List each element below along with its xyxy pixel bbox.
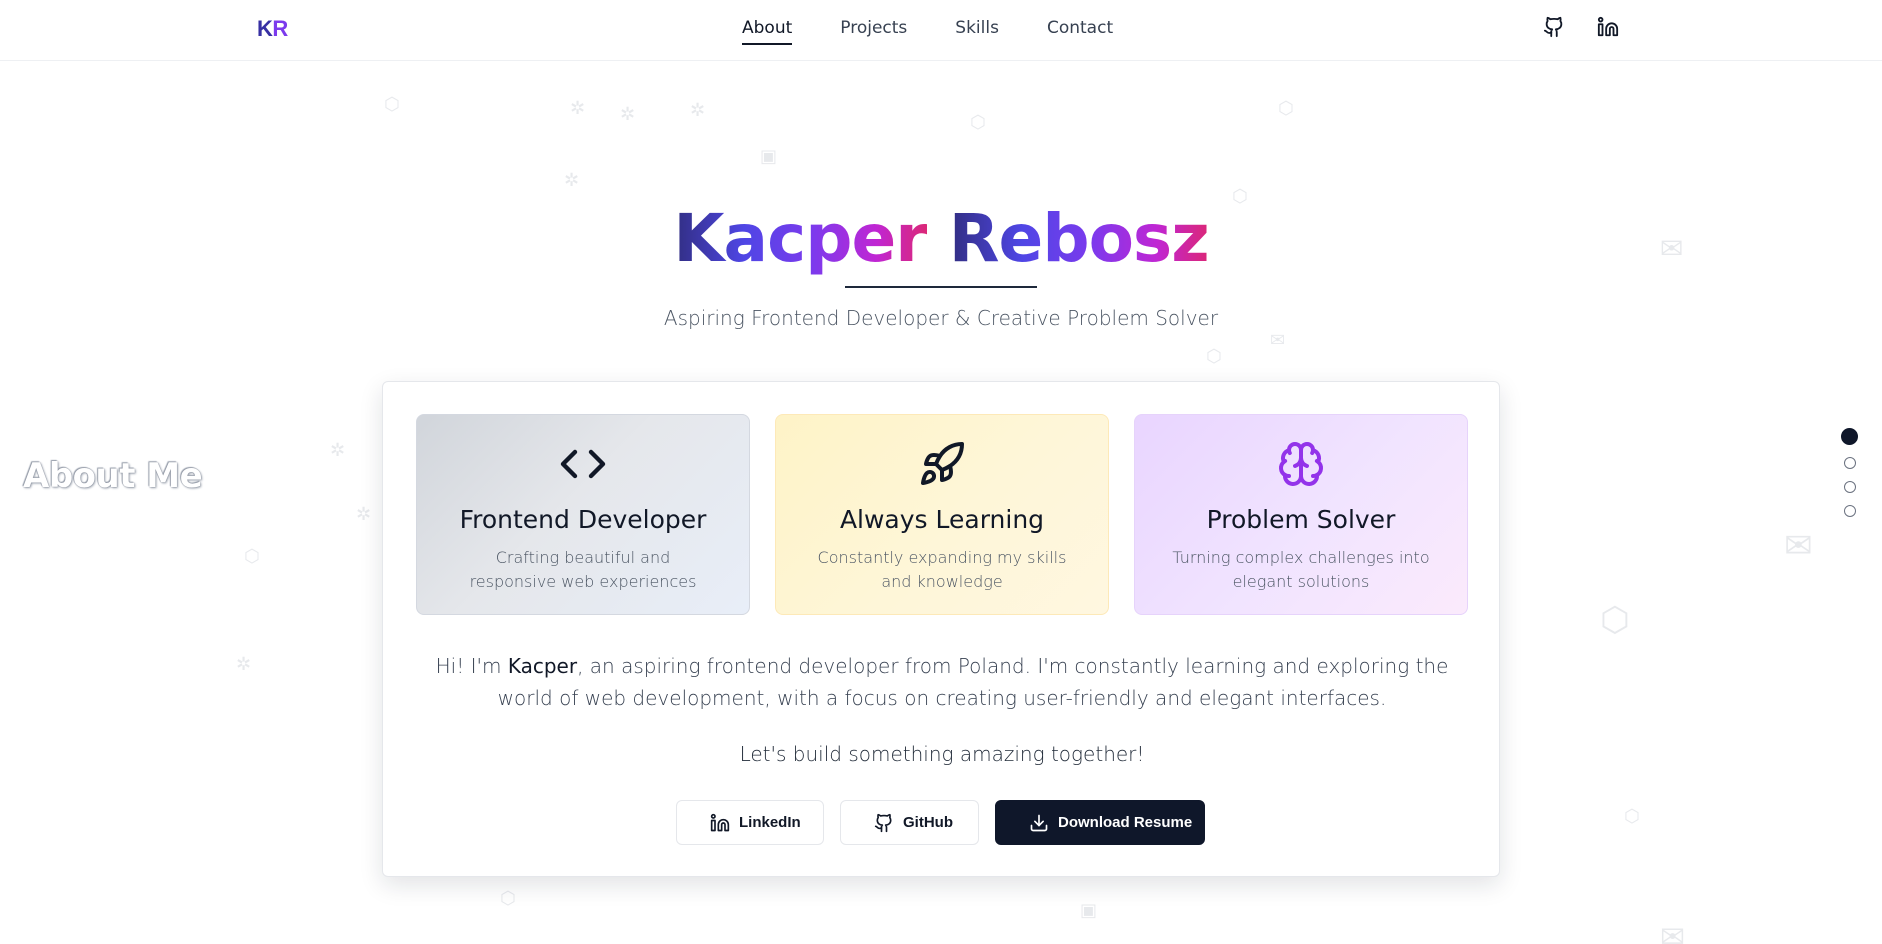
- brain-icon: [1135, 441, 1467, 487]
- section-dot-skills[interactable]: [1843, 481, 1856, 493]
- section-dot-contact[interactable]: [1843, 505, 1856, 517]
- cube-icon: ⬡: [1278, 98, 1294, 119]
- section-label: About Me: [23, 456, 203, 496]
- envelope-icon: ✉: [1784, 526, 1813, 566]
- feature-list: Frontend Developer Crafting beautiful an…: [416, 414, 1468, 615]
- hero-divider: [845, 286, 1037, 288]
- feature-card-problem-solver: Problem Solver Turning complex challenge…: [1134, 414, 1468, 615]
- feature-text: Turning complex challenges into elegant …: [1172, 548, 1430, 591]
- calendar-icon: ▣: [1080, 900, 1098, 921]
- cube-icon: ⬡: [500, 888, 516, 909]
- hero-last-name: Rebosz: [948, 200, 1210, 277]
- feature-card-learning: Always Learning Constantly expanding my …: [775, 414, 1109, 615]
- cube-icon: ⬡: [244, 546, 260, 567]
- hero-title: Kacper Rebosz: [0, 200, 1882, 277]
- cube-icon: ⬡: [384, 94, 400, 115]
- github-icon[interactable]: [1542, 15, 1566, 39]
- cube-icon: ⬡: [1206, 346, 1222, 367]
- feature-title: Frontend Developer: [459, 505, 707, 534]
- section-dots: [1841, 428, 1858, 517]
- gear-icon: ✲: [236, 654, 252, 675]
- feature-text: Crafting beautiful and responsive web ex…: [469, 548, 697, 591]
- calendar-icon: ▣: [760, 146, 778, 167]
- nav-item-contact[interactable]: Contact: [1047, 18, 1113, 45]
- feature-text: Constantly expanding my skills and knowl…: [817, 548, 1067, 591]
- rocket-icon: [776, 441, 1108, 487]
- cube-icon: ⬡: [1600, 600, 1630, 640]
- about-card: Frontend Developer Crafting beautiful an…: [382, 381, 1500, 877]
- gear-icon: ✲: [330, 440, 346, 461]
- hero-first-name: Kacper: [673, 200, 927, 277]
- download-resume-button[interactable]: Download Resume: [995, 800, 1205, 845]
- bio-name: Kacper: [507, 654, 578, 678]
- code-icon: [417, 441, 749, 487]
- gear-icon: ✲: [570, 98, 586, 119]
- envelope-icon: ✉: [1660, 920, 1686, 944]
- linkedin-icon[interactable]: [1596, 15, 1620, 39]
- logo-letter-r: R: [272, 16, 288, 41]
- nav-item-about[interactable]: About: [742, 18, 793, 45]
- top-navigation: KR About Projects Skills Contact: [0, 0, 1882, 61]
- linkedin-button[interactable]: LinkedIn: [676, 800, 824, 845]
- download-resume-label: Download Resume: [1058, 814, 1193, 831]
- github-button-label: GitHub: [903, 814, 953, 831]
- main-nav: About Projects Skills Contact: [742, 18, 1113, 45]
- logo[interactable]: KR: [257, 16, 288, 42]
- gear-icon: ✲: [690, 100, 706, 121]
- github-icon: [874, 813, 892, 832]
- linkedin-button-label: LinkedIn: [739, 814, 801, 831]
- section-dot-projects[interactable]: [1843, 457, 1856, 469]
- gear-icon: ✲: [356, 504, 372, 525]
- nav-item-skills[interactable]: Skills: [955, 18, 999, 45]
- call-to-action: Let's build something amazing together!: [739, 742, 1145, 766]
- envelope-icon: ✉: [1270, 330, 1286, 351]
- feature-card-frontend: Frontend Developer Crafting beautiful an…: [416, 414, 750, 615]
- action-buttons: LinkedIn GitHub Download Resume: [676, 800, 1205, 845]
- gear-icon: ✲: [620, 104, 636, 125]
- cube-icon: ⬡: [1624, 806, 1640, 827]
- gear-icon: ✲: [564, 170, 580, 191]
- social-links: [1542, 15, 1620, 39]
- feature-title: Problem Solver: [1206, 505, 1396, 534]
- bio-prefix: Hi! I'm: [435, 654, 508, 678]
- hero-subtitle: Aspiring Frontend Developer & Creative P…: [663, 306, 1219, 330]
- cube-icon: ⬡: [970, 112, 986, 133]
- download-icon: [1030, 814, 1048, 831]
- bio-text: Hi! I'm Kacper, an aspiring frontend dev…: [423, 650, 1461, 714]
- bio-suffix: , an aspiring frontend developer from Po…: [497, 654, 1449, 710]
- nav-item-projects[interactable]: Projects: [840, 18, 907, 45]
- section-dot-about[interactable]: [1841, 428, 1858, 445]
- github-button[interactable]: GitHub: [840, 800, 979, 845]
- linkedin-icon: [710, 813, 730, 831]
- feature-title: Always Learning: [839, 505, 1045, 534]
- logo-letter-k: K: [257, 16, 273, 41]
